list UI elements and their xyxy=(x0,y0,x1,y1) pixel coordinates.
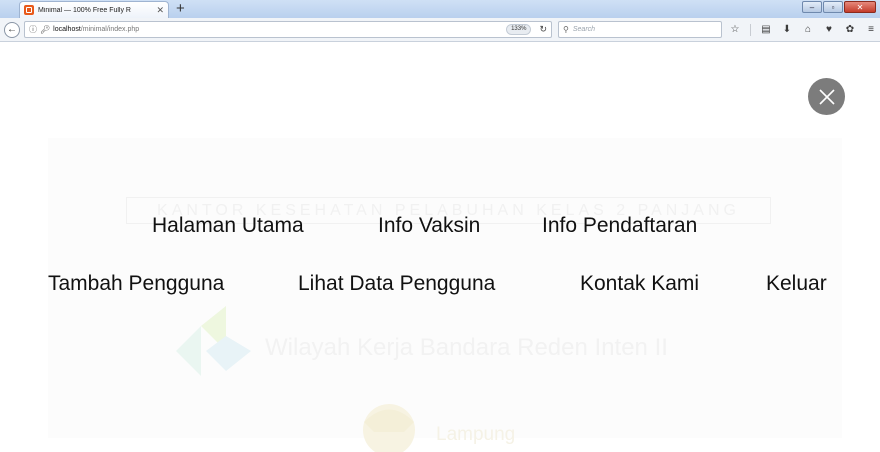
bookmark-star-icon[interactable]: ☆ xyxy=(729,22,741,37)
pocket-icon[interactable]: ♥ xyxy=(823,22,835,37)
browser-tab[interactable]: Minimal — 100% Free Fully R ✕ xyxy=(19,1,169,18)
search-placeholder: Search xyxy=(572,26,596,33)
close-menu-button[interactable] xyxy=(808,78,845,115)
url-bar[interactable]: ⓘ 🔑︎ localhost/minimal/index.php 133% ↻ xyxy=(24,21,552,38)
background-wilayah-text: Wilayah Kerja Bandara Reden Inten II xyxy=(265,334,668,361)
search-bar[interactable]: ⚲ Search xyxy=(558,21,722,38)
url-path: /minimal/index.php xyxy=(80,26,140,33)
reading-list-icon[interactable]: ▤ xyxy=(760,22,772,37)
background-lampung-text: Lampung xyxy=(436,424,516,445)
window-close-button[interactable]: ✕ xyxy=(844,1,876,13)
tab-title: Minimal — 100% Free Fully R xyxy=(38,6,131,14)
browser-titlebar: Minimal — 100% Free Fully R ✕ + – ▫ ✕ xyxy=(0,0,880,18)
search-icon: ⚲ xyxy=(563,25,569,34)
maximize-button[interactable]: ▫ xyxy=(823,1,843,13)
new-tab-button[interactable]: + xyxy=(176,0,185,18)
url-host: localhost xyxy=(53,26,81,33)
reload-icon[interactable]: ↻ xyxy=(539,24,547,35)
home-icon[interactable]: ⌂ xyxy=(802,22,814,37)
window-controls: – ▫ ✕ xyxy=(802,1,876,13)
menu-link-info-pendaftaran[interactable]: Info Pendaftaran xyxy=(542,214,697,238)
menu-link-keluar[interactable]: Keluar xyxy=(766,272,827,296)
page-content: KANTOR KESEHATAN PELABUHAN KELAS 2 PANJA… xyxy=(0,42,880,452)
zoom-level-badge[interactable]: 133% xyxy=(506,24,532,35)
toolbar-separator xyxy=(750,23,751,36)
toolbar-icons: ☆ ▤ ⬇ ⌂ ♥ ✿ ≡ xyxy=(729,22,877,37)
health-logo-icon xyxy=(176,306,251,376)
hamburger-menu-icon[interactable]: ≡ xyxy=(865,22,877,37)
emblem-icon xyxy=(363,404,415,452)
menu-link-kontak-kami[interactable]: Kontak Kami xyxy=(580,272,699,296)
tab-close-icon[interactable]: ✕ xyxy=(156,5,164,15)
lock-icon: 🔑︎ xyxy=(40,25,51,34)
info-icon[interactable]: ⓘ xyxy=(29,24,37,35)
menu-link-lihat-data-pengguna[interactable]: Lihat Data Pengguna xyxy=(298,272,495,296)
minimize-button[interactable]: – xyxy=(802,1,822,13)
back-arrow-icon[interactable]: ← xyxy=(4,22,20,38)
menu-link-halaman-utama[interactable]: Halaman Utama xyxy=(152,214,304,238)
menu-link-info-vaksin[interactable]: Info Vaksin xyxy=(378,214,480,238)
tab-favicon-icon xyxy=(24,5,34,15)
download-icon[interactable]: ⬇ xyxy=(781,22,793,37)
browser-navbar: ← ⓘ 🔑︎ localhost/minimal/index.php 133% … xyxy=(0,18,880,42)
extension-icon[interactable]: ✿ xyxy=(844,22,856,37)
close-icon xyxy=(818,88,835,105)
menu-link-tambah-pengguna[interactable]: Tambah Pengguna xyxy=(48,272,224,296)
